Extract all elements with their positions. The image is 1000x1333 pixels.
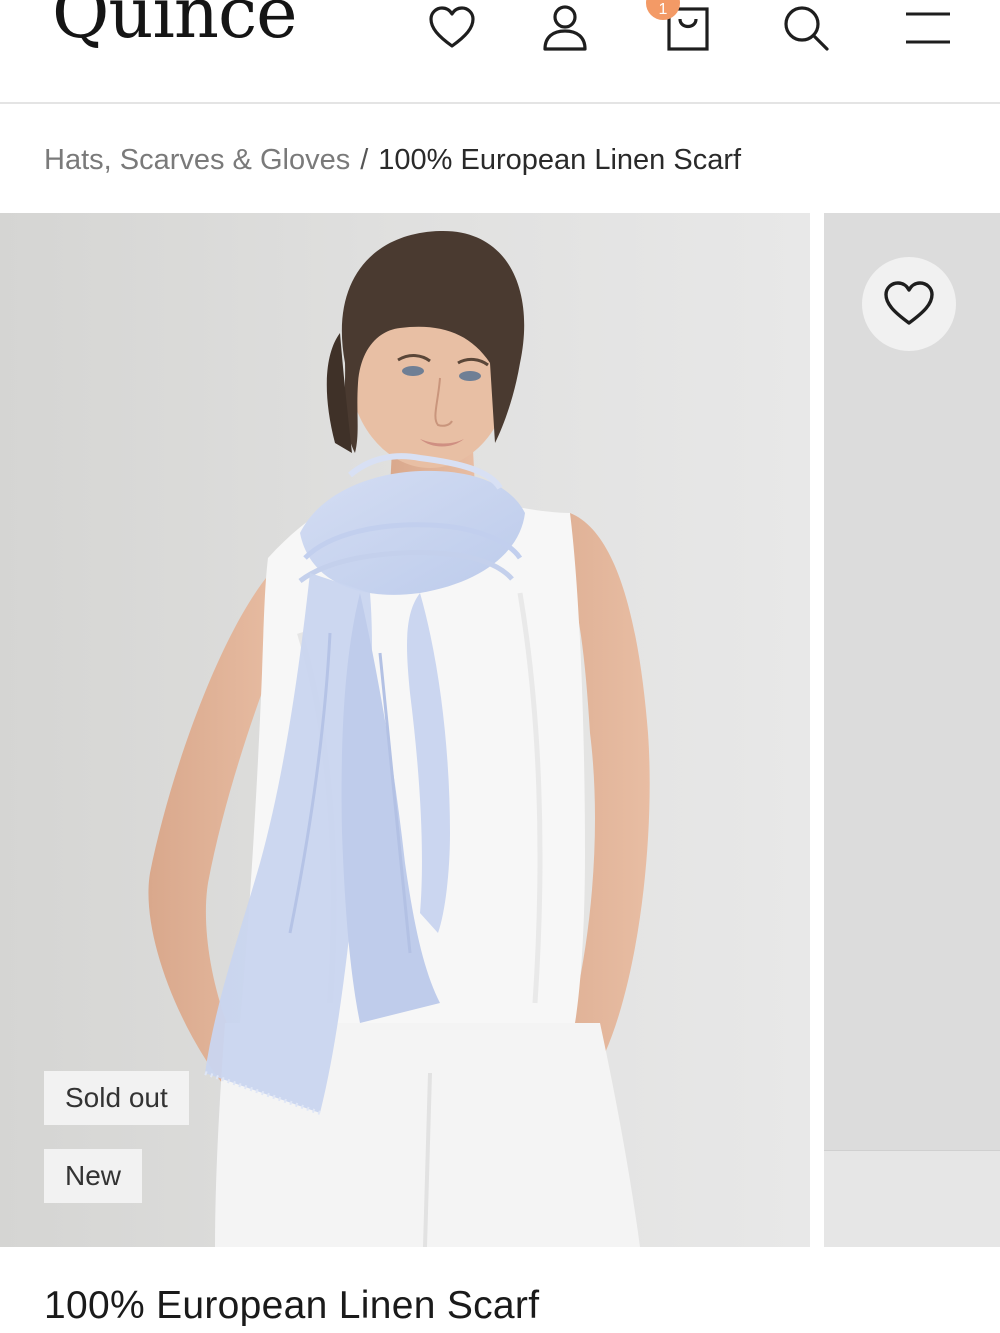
next-image-floor: [824, 1150, 1000, 1247]
search-icon[interactable]: [780, 0, 832, 56]
new-badge: New: [44, 1149, 143, 1203]
favorite-button[interactable]: [862, 257, 956, 351]
account-icon[interactable]: [539, 0, 591, 56]
brand-logo[interactable]: Quince: [52, 0, 298, 48]
product-image-main[interactable]: Sold out New: [0, 213, 810, 1247]
breadcrumb-separator: /: [360, 144, 369, 176]
breadcrumb-current: 100% European Linen Scarf: [378, 144, 742, 176]
heart-icon: [884, 281, 934, 325]
product-image-next[interactable]: [824, 213, 1000, 1247]
wishlist-heart-icon[interactable]: [426, 0, 478, 56]
breadcrumb-parent-link[interactable]: Hats, Scarves & Gloves: [44, 144, 350, 176]
sold-out-badge: Sold out: [44, 1071, 189, 1125]
product-title: 100% European Linen Scarf: [44, 1284, 540, 1327]
menu-hamburger-icon[interactable]: [902, 0, 954, 56]
site-header: Quince 1: [0, 0, 1000, 104]
breadcrumb: Hats, Scarves & Gloves / 100% European Lin…: [44, 140, 741, 180]
